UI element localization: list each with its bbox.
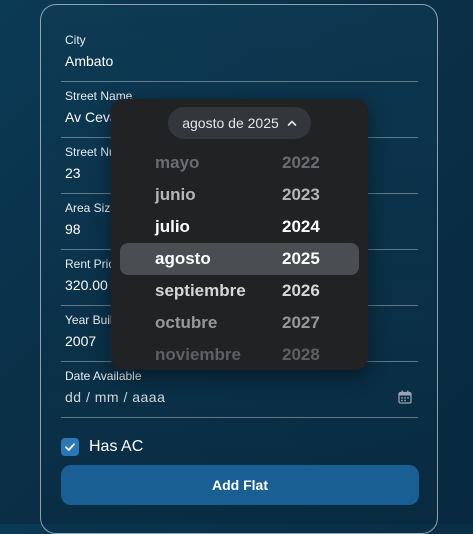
year-option[interactable]: 2026 [282, 281, 320, 301]
month-option[interactable]: noviembre [155, 345, 241, 365]
add-flat-button[interactable]: Add Flat [61, 465, 419, 505]
year-option[interactable]: 2028 [282, 345, 320, 365]
picker-row[interactable]: septiembre 2026 [111, 275, 368, 307]
rent-price-value[interactable]: 320.00 [65, 277, 108, 293]
has-ac-row[interactable]: Has AC [61, 435, 143, 459]
year-option[interactable]: 2022 [282, 153, 320, 173]
picker-row[interactable]: mayo 2022 [111, 147, 368, 179]
street-number-value[interactable]: 23 [65, 165, 81, 181]
month-option[interactable]: junio [155, 185, 196, 205]
picker-row[interactable]: junio 2023 [111, 179, 368, 211]
year-built-label: Year Built [65, 313, 116, 327]
date-available-field[interactable]: Date Available dd / mm / aaaa [61, 369, 418, 418]
month-option-selected[interactable]: agosto [155, 249, 211, 269]
month-option[interactable]: octubre [155, 313, 217, 333]
year-option[interactable]: 2027 [282, 313, 320, 333]
chevron-up-icon [287, 120, 297, 126]
city-label: City [65, 33, 86, 47]
has-ac-checkbox[interactable] [61, 438, 79, 456]
city-field[interactable]: City Ambato [61, 33, 418, 82]
has-ac-label: Has AC [89, 438, 144, 455]
city-value[interactable]: Ambato [65, 53, 113, 69]
year-option[interactable]: 2023 [282, 185, 320, 205]
date-available-input[interactable]: dd / mm / aaaa [65, 389, 165, 405]
year-option[interactable]: 2024 [282, 217, 320, 237]
area-size-label: Area Size [65, 201, 118, 215]
year-option-selected[interactable]: 2025 [282, 249, 320, 269]
area-size-value[interactable]: 98 [65, 221, 81, 237]
month-option[interactable]: septiembre [155, 281, 246, 301]
picker-row[interactable]: julio 2024 [111, 211, 368, 243]
calendar-icon[interactable] [398, 390, 412, 404]
month-option[interactable]: julio [155, 217, 190, 237]
picker-header-button[interactable]: agosto de 2025 [168, 107, 311, 139]
picker-row[interactable]: octubre 2027 [111, 307, 368, 339]
picker-row[interactable]: noviembre 2028 [111, 339, 368, 370]
picker-header-label: agosto de 2025 [182, 115, 279, 131]
month-year-picker[interactable]: agosto de 2025 mayo 2022 junio 2023 juli… [111, 99, 368, 370]
year-built-value[interactable]: 2007 [65, 333, 96, 349]
month-option[interactable]: mayo [155, 153, 199, 173]
picker-row-selected[interactable]: agosto 2025 [111, 243, 368, 275]
date-available-label: Date Available [65, 369, 142, 383]
check-icon [65, 443, 75, 451]
